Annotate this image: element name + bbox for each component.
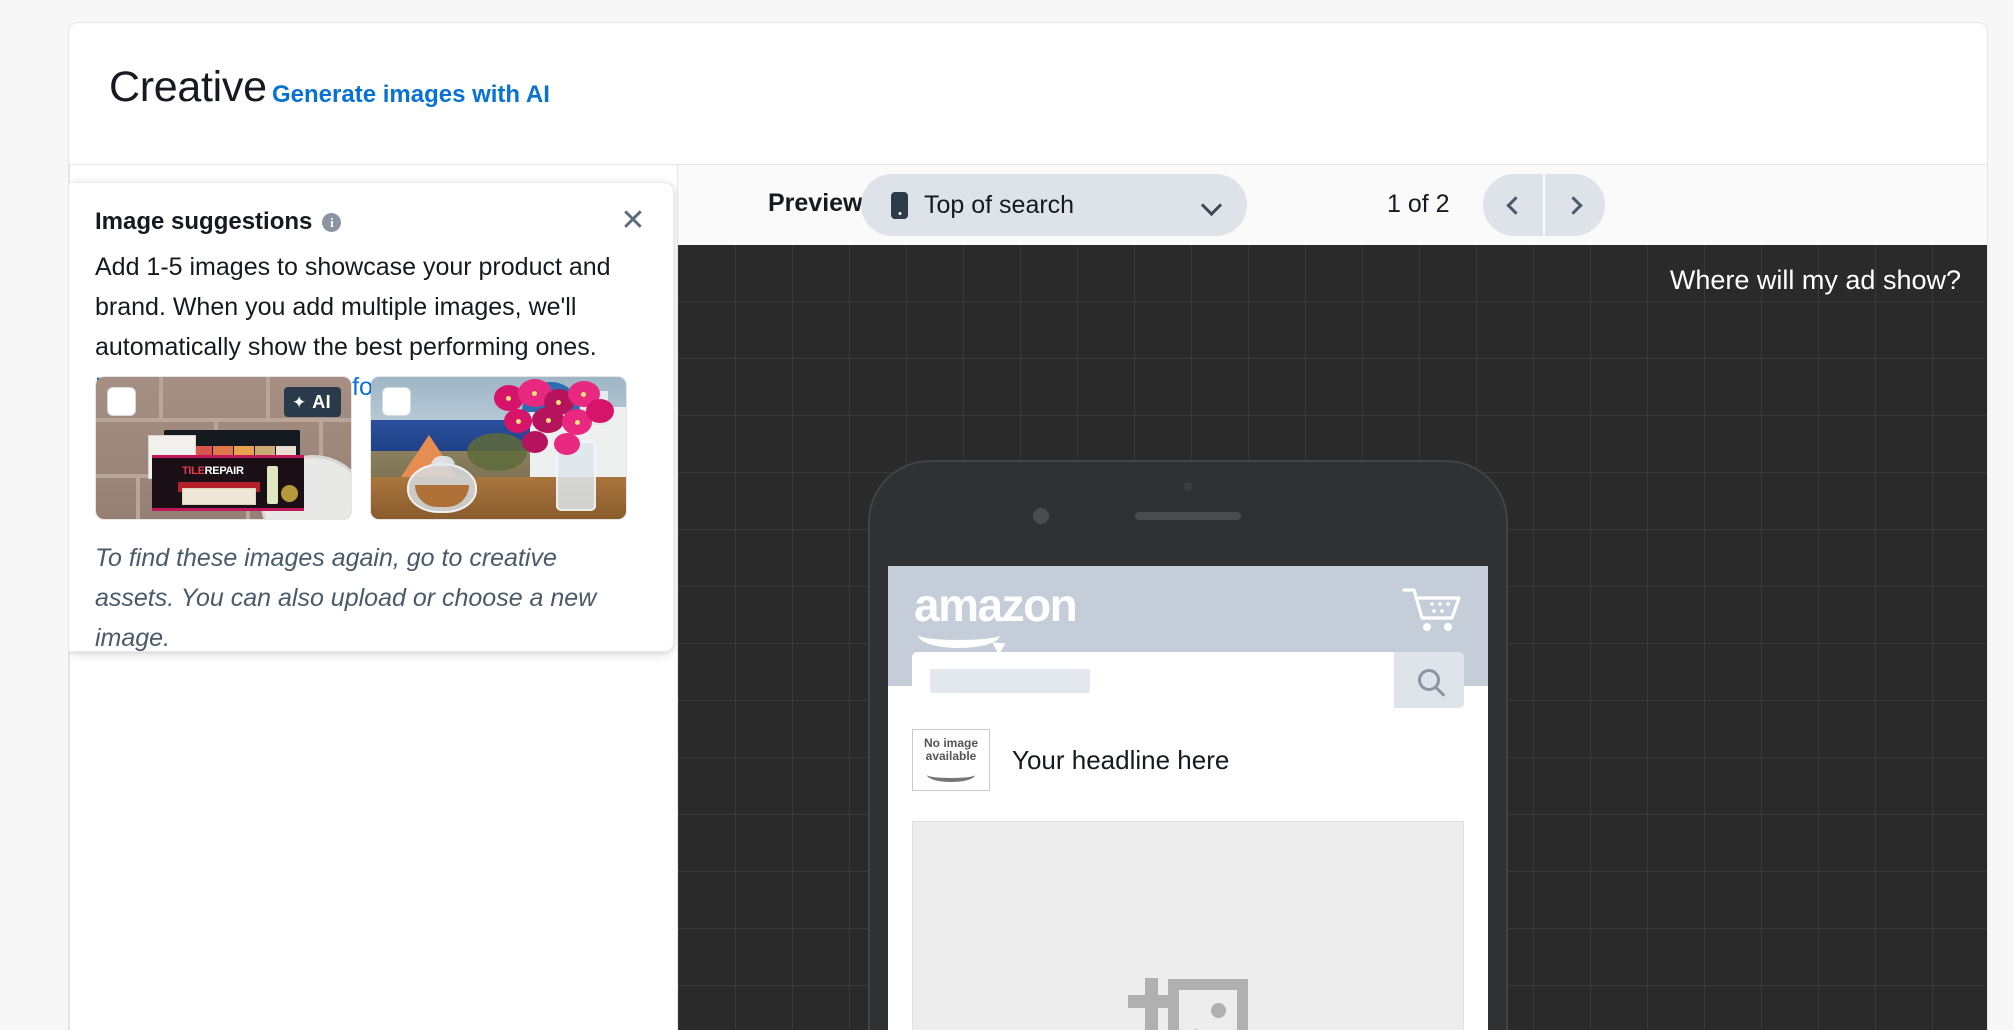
- suggested-image-2[interactable]: [370, 376, 627, 520]
- ai-badge-label: AI: [312, 392, 331, 412]
- phone-speaker: [1135, 512, 1241, 520]
- no-image-text: No image available: [913, 737, 989, 763]
- mobile-phone-icon: [891, 191, 908, 219]
- amazon-smile-icon: [927, 768, 975, 782]
- preview-toolbar: Preview: Top of search 1 of 2: [678, 165, 1987, 245]
- add-image-icon: [1128, 965, 1248, 1030]
- grout-line: [266, 377, 270, 418]
- product-brand-primary: TILE: [182, 465, 205, 477]
- right-pane: Preview: Top of search 1 of 2 Where will…: [678, 165, 1987, 1030]
- previous-preview-button[interactable]: [1483, 174, 1543, 236]
- package-tube: [267, 466, 278, 504]
- suggested-image-1[interactable]: TILEREPAIR ✦ AI: [95, 376, 352, 520]
- chevron-right-icon: [1563, 195, 1583, 215]
- generate-images-with-ai-link[interactable]: Generate images with AI: [272, 83, 550, 107]
- phone-camera-icon: [1033, 508, 1049, 524]
- close-icon[interactable]: ✕: [615, 203, 651, 239]
- suggestions-title: Image suggestions: [95, 208, 313, 235]
- creative-header: Creative Generate images with AI: [69, 23, 1987, 165]
- product-package-front: TILEREPAIR: [152, 455, 304, 511]
- suggested-image-1-checkbox[interactable]: [107, 387, 136, 416]
- preview-label: Preview:: [768, 189, 871, 217]
- shopping-cart-icon: [1402, 588, 1461, 631]
- suggested-images-list: TILEREPAIR ✦ AI: [95, 376, 627, 520]
- search-button[interactable]: [1394, 652, 1464, 708]
- ad-headline-text: Your headline here: [1012, 745, 1230, 775]
- left-pane: Image suggestions ✕ Add 1-5 images to sh…: [69, 165, 678, 1030]
- ai-badge: ✦ AI: [283, 387, 341, 417]
- package-tile-sample: [182, 488, 256, 505]
- info-icon[interactable]: [322, 212, 342, 232]
- no-image-available-placeholder: No image available: [912, 729, 990, 791]
- placement-select-value: Top of search: [924, 190, 1075, 219]
- page-indicator: 1 of 2: [1387, 190, 1450, 218]
- page-title: Creative: [109, 63, 267, 111]
- creative-body: Image suggestions ✕ Add 1-5 images to sh…: [69, 165, 1987, 1030]
- suggestions-description-text: Add 1-5 images to showcase your product …: [95, 253, 611, 361]
- image-suggestions-panel: Image suggestions ✕ Add 1-5 images to sh…: [69, 182, 674, 652]
- sparkle-icon: ✦: [291, 392, 307, 412]
- product-brand-secondary: REPAIR: [204, 465, 244, 477]
- next-preview-button[interactable]: [1545, 174, 1605, 236]
- phone-mockup: amazon No image available Your headline …: [868, 460, 1508, 1030]
- glass-teapot: [407, 456, 477, 513]
- chevron-left-icon: [1505, 195, 1525, 215]
- grout-line: [96, 418, 351, 422]
- screen-root: Creative Generate images with AI Image s…: [0, 0, 2014, 1030]
- search-input[interactable]: [912, 652, 1464, 708]
- package-seal: [281, 485, 298, 502]
- suggestions-footnote: To find these images again, go to creati…: [95, 544, 597, 652]
- grout-line: [159, 377, 163, 418]
- product-brand-text: TILEREPAIR: [182, 465, 244, 477]
- where-will-my-ad-show-link[interactable]: Where will my ad show?: [1670, 267, 1961, 294]
- tea-liquid: [415, 485, 469, 507]
- search-placeholder-bar: [930, 669, 1090, 693]
- suggestions-title-row: Image suggestions: [95, 208, 342, 235]
- amazon-smile-icon: [918, 622, 1000, 648]
- ad-headline-row: No image available Your headline here: [888, 721, 1488, 799]
- preview-canvas: Where will my ad show? amazon No image a…: [678, 245, 1987, 1030]
- no-image-line-2: available: [925, 749, 977, 763]
- search-icon: [1418, 669, 1440, 691]
- chevron-down-icon: [1200, 194, 1223, 217]
- preview-pager: [1483, 174, 1605, 236]
- bougainvillea-flowers: [470, 377, 620, 461]
- creative-card: Creative Generate images with AI Image s…: [68, 22, 1988, 1030]
- suggested-image-2-checkbox[interactable]: [382, 387, 411, 416]
- placement-select[interactable]: Top of search: [861, 174, 1247, 236]
- phone-screen: amazon No image available Your headline …: [888, 566, 1488, 1030]
- ad-image-placeholder[interactable]: [912, 821, 1464, 1030]
- phone-sensor-dot: [1183, 482, 1193, 491]
- grout-line: [136, 474, 140, 519]
